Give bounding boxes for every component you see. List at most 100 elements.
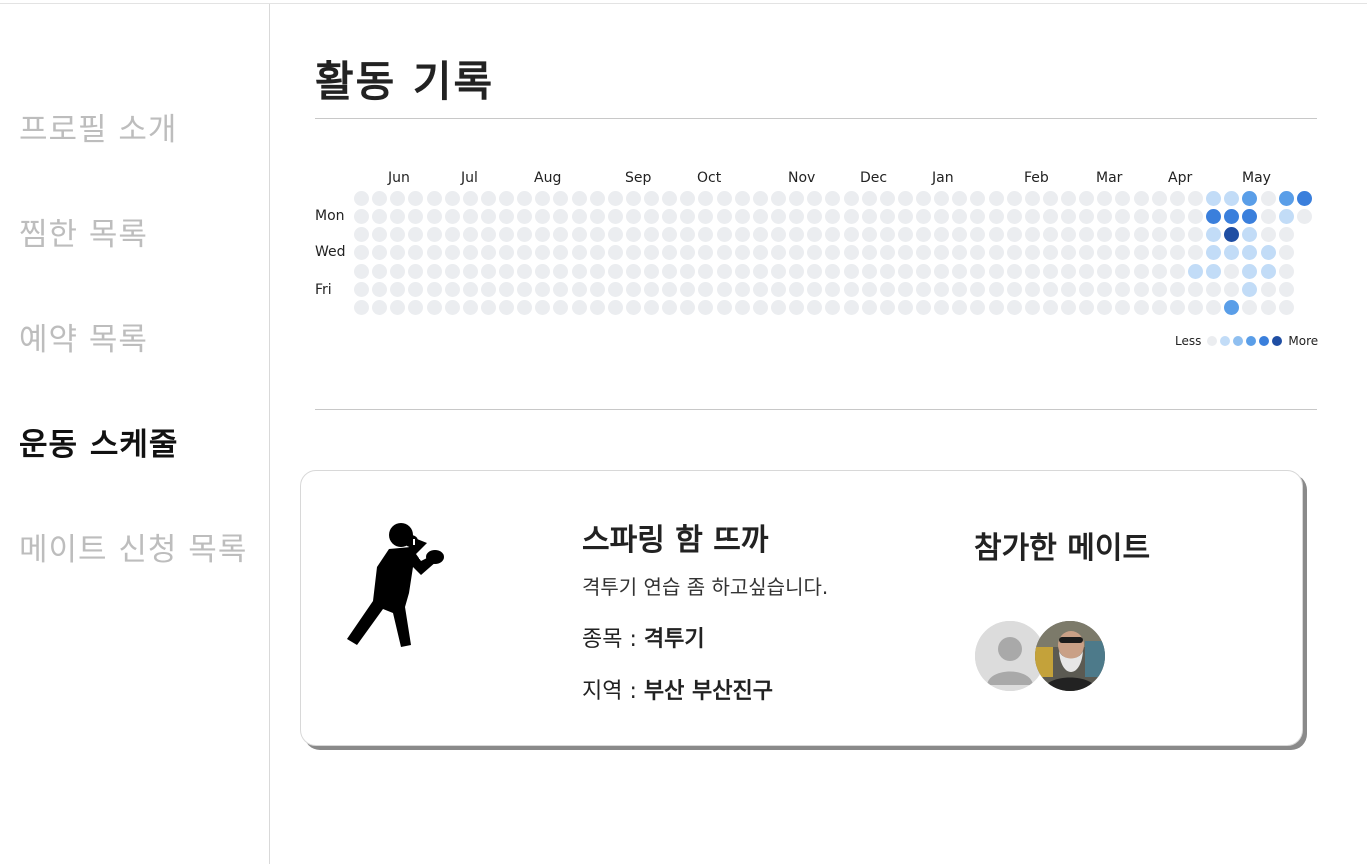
heatmap-cell — [553, 281, 569, 297]
heatmap-cell — [1042, 191, 1058, 206]
schedule-card[interactable]: 스파링 함 뜨까 격투기 연습 좀 하고싶습니다. 종목 : 격투기 지역 : … — [300, 470, 1303, 746]
heatmap-cell — [934, 299, 950, 315]
heatmap-cell — [970, 209, 986, 225]
heatmap-cell — [499, 209, 515, 225]
heatmap-cell — [499, 191, 515, 206]
title-divider — [315, 118, 1317, 119]
heatmap-cell — [1042, 245, 1058, 261]
legend-dot — [1207, 336, 1218, 346]
heatmap-cell — [916, 263, 932, 279]
heatmap-cell — [789, 227, 805, 243]
heatmap-cell — [607, 281, 623, 297]
sidebar-item-profile[interactable]: 프로필 소개 — [19, 104, 177, 149]
heatmap-cell — [426, 299, 442, 315]
heatmap-cell — [897, 227, 913, 243]
heatmap-cell — [952, 245, 968, 261]
heatmap-cell — [1151, 263, 1167, 279]
heatmap-cell — [879, 281, 895, 297]
sidebar-item-reservations[interactable]: 예약 목록 — [19, 314, 148, 359]
sidebar-item-wishlist[interactable]: 찜한 목록 — [19, 209, 148, 254]
heatmap-cell — [952, 281, 968, 297]
heatmap-cell — [952, 209, 968, 225]
heatmap-cell — [499, 299, 515, 315]
heatmap-cell — [1133, 281, 1149, 297]
heatmap-cell — [734, 227, 750, 243]
heatmap-cell — [861, 227, 877, 243]
heatmap-cell — [1224, 281, 1240, 297]
heatmap-cell — [553, 263, 569, 279]
sidebar-item-workout-schedule[interactable]: 운동 스케줄 — [19, 419, 178, 464]
heatmap-cell — [770, 209, 786, 225]
heatmap-cell — [1206, 263, 1222, 279]
heatmap-cell — [662, 209, 678, 225]
heatmap-cell — [789, 245, 805, 261]
heatmap-cell — [698, 245, 714, 261]
month-label: Jul — [461, 170, 478, 186]
heatmap-cell — [625, 245, 641, 261]
heatmap-cell — [517, 299, 533, 315]
heatmap-cell — [988, 209, 1004, 225]
heatmap-cell — [644, 209, 660, 225]
month-label: May — [1242, 170, 1271, 186]
heatmap-cell — [1206, 209, 1222, 225]
heatmap-cell — [1187, 263, 1203, 279]
heatmap-cell — [390, 245, 406, 261]
heatmap-cell — [1133, 191, 1149, 206]
legend-more-label: More — [1288, 334, 1319, 348]
heatmap-cell — [535, 281, 551, 297]
heatmap-cell — [390, 191, 406, 206]
heatmap-cell — [1115, 281, 1131, 297]
heatmap-cell — [571, 263, 587, 279]
heatmap-cell — [1115, 191, 1131, 206]
heatmap-cell — [970, 299, 986, 315]
heatmap-cell — [1024, 191, 1040, 206]
heatmap-cell — [934, 209, 950, 225]
heatmap-cell — [825, 245, 841, 261]
heatmap-cell — [698, 299, 714, 315]
heatmap-cell — [1242, 299, 1258, 315]
sidebar-item-mate-requests[interactable]: 메이트 신청 목록 — [19, 524, 247, 569]
heatmap-cell — [499, 227, 515, 243]
heatmap-cell — [680, 245, 696, 261]
heatmap-cell — [879, 227, 895, 243]
heatmap-cell — [1206, 191, 1222, 206]
heatmap-cell — [354, 209, 369, 225]
heatmap-cell — [1224, 263, 1240, 279]
heatmap-cell — [372, 245, 388, 261]
heatmap-cell — [1042, 209, 1058, 225]
heatmap-cell — [897, 245, 913, 261]
heatmap-cell — [1024, 281, 1040, 297]
heatmap-cell — [752, 245, 768, 261]
heatmap-cell — [970, 245, 986, 261]
heatmap-cell — [1133, 263, 1149, 279]
heatmap-cell — [1242, 281, 1258, 297]
heatmap-cell — [1133, 245, 1149, 261]
heatmap-cell — [1278, 191, 1294, 206]
heatmap-cell — [988, 191, 1004, 206]
heatmap-cell — [625, 263, 641, 279]
month-label: Dec — [860, 170, 888, 186]
heatmap-cell — [408, 263, 424, 279]
heatmap-cell — [354, 227, 369, 243]
heatmap-cell — [1169, 299, 1185, 315]
heatmap-cell — [408, 227, 424, 243]
heatmap-cell — [1133, 299, 1149, 315]
heatmap-cell — [934, 227, 950, 243]
heatmap-cell — [589, 191, 605, 206]
heatmap-cell — [897, 209, 913, 225]
heatmap-cell — [770, 299, 786, 315]
heatmap-cell — [752, 191, 768, 206]
day-label: Mon — [315, 208, 345, 224]
heatmap-cell — [789, 299, 805, 315]
user-photo-avatar[interactable] — [1035, 621, 1105, 691]
month-label: Mar — [1096, 170, 1123, 186]
heatmap-cell — [517, 191, 533, 206]
heatmap-cell — [607, 227, 623, 243]
heatmap-cell — [952, 227, 968, 243]
heatmap-cell — [843, 191, 859, 206]
heatmap-cell — [752, 227, 768, 243]
heatmap-cell — [480, 281, 496, 297]
heatmap-cell — [988, 299, 1004, 315]
heatmap-cell — [1061, 209, 1077, 225]
heatmap-cell — [680, 227, 696, 243]
